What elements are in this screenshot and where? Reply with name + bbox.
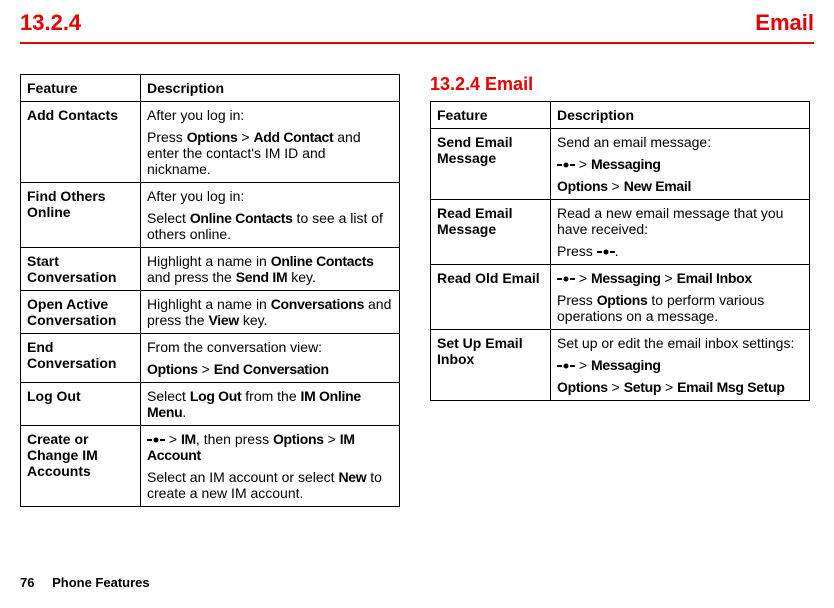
feature-cell: Read Email Message — [431, 200, 551, 265]
feature-cell: Find Others Online — [21, 183, 141, 248]
center-key-icon — [147, 435, 165, 445]
table-row: Send Email MessageSend an email message:… — [431, 129, 810, 200]
feature-cell: Set Up Email Inbox — [431, 330, 551, 401]
description-line: > Messaging > Email Inbox — [557, 270, 803, 286]
right-column: 13.2.4 Email Feature Description Send Em… — [430, 74, 810, 507]
col-header-feature: Feature — [21, 75, 141, 102]
table-row: Add Contacts After you log in: Press Optio… — [21, 102, 400, 183]
description-line: Set up or edit the email inbox settings: — [557, 335, 803, 351]
feature-cell: End Conversation — [21, 334, 141, 383]
feature-cell: Send Email Message — [431, 129, 551, 200]
center-key-icon — [557, 361, 575, 371]
description-line: Press Options to perform various operati… — [557, 292, 803, 324]
description-cell: > IM, then press Options > IM Account Sel… — [141, 426, 400, 507]
center-key-icon — [597, 247, 615, 257]
table-row: End ConversationFrom the conversation vi… — [21, 334, 400, 383]
description-cell: Select Log Out from the IM Online Menu. — [141, 383, 400, 426]
feature-cell: Create or Change IM Accounts — [21, 426, 141, 507]
description-cell: Send an email message: > Messaging Option… — [551, 129, 810, 200]
description-line: Press . — [557, 243, 803, 259]
description-line: Options > New Email — [557, 178, 803, 194]
section-title: Email — [755, 10, 814, 36]
description-line: > Messaging — [557, 357, 803, 373]
chapter-title: Phone Features — [52, 575, 150, 590]
feature-cell: Start Conversation — [21, 248, 141, 291]
description-line: After you log in: — [147, 188, 393, 204]
email-feature-table: Feature Description Send Email MessageSe… — [430, 101, 810, 401]
description-line: > IM, then press Options > IM Account — [147, 431, 393, 463]
description-line: Options > Setup > Email Msg Setup — [557, 379, 803, 395]
description-line: Highlight a name in Online Contacts and … — [147, 253, 393, 285]
description-cell: Read a new email message that you have r… — [551, 200, 810, 265]
description-line: After you log in: — [147, 107, 393, 123]
table-row: Read Old Email > Messaging > Email Inbox… — [431, 265, 810, 330]
description-cell: Set up or edit the email inbox settings:… — [551, 330, 810, 401]
table-row: Find Others Online After you log in: Selec… — [21, 183, 400, 248]
table-row: Start ConversationHighlight a name in On… — [21, 248, 400, 291]
table-row: Open Active ConversationHighlight a name… — [21, 291, 400, 334]
center-key-icon — [557, 160, 575, 170]
left-column: Feature Description Add ContactsAfter yo… — [20, 74, 400, 507]
description-cell: > Messaging > Email Inbox Press Options t… — [551, 265, 810, 330]
col-header-feature: Feature — [431, 102, 551, 129]
im-feature-table: Feature Description Add ContactsAfter yo… — [20, 74, 400, 507]
description-line: Select Online Contacts to see a list of … — [147, 210, 393, 242]
table-row: Read Email MessageRead a new email messa… — [431, 200, 810, 265]
feature-cell: Log Out — [21, 383, 141, 426]
description-line: Send an email message: — [557, 134, 803, 150]
page-number: 76 — [20, 575, 34, 590]
col-header-description: Description — [141, 75, 400, 102]
col-header-description: Description — [551, 102, 810, 129]
description-line: Highlight a name in Conversations and pr… — [147, 296, 393, 328]
description-cell: After you log in: Select Online Contacts … — [141, 183, 400, 248]
page: 13.2.4 Email Feature Description Add Con… — [0, 0, 834, 608]
content-columns: Feature Description Add ContactsAfter yo… — [20, 44, 814, 507]
description-line: Select Log Out from the IM Online Menu. — [147, 388, 393, 420]
page-header: 13.2.4 Email — [20, 0, 814, 44]
feature-cell: Add Contacts — [21, 102, 141, 183]
description-line: Options > End Conversation — [147, 361, 393, 377]
table-row: Create or Change IM Accounts > IM, then … — [21, 426, 400, 507]
feature-cell: Read Old Email — [431, 265, 551, 330]
section-heading-email: 13.2.4 Email — [430, 74, 810, 95]
description-line: Read a new email message that you have r… — [557, 205, 803, 237]
description-line: Press Options > Add Contact and enter th… — [147, 129, 393, 177]
description-cell: After you log in: Press Options > Add Con… — [141, 102, 400, 183]
description-line: Select an IM account or select New to cr… — [147, 469, 393, 501]
description-cell: From the conversation view: Options > End… — [141, 334, 400, 383]
table-row: Log OutSelect Log Out from the IM Online… — [21, 383, 400, 426]
center-key-icon — [557, 274, 575, 284]
description-cell: Highlight a name in Online Contacts and … — [141, 248, 400, 291]
description-line: From the conversation view: — [147, 339, 393, 355]
page-footer: 76 Phone Features — [20, 575, 150, 590]
description-cell: Highlight a name in Conversations and pr… — [141, 291, 400, 334]
description-line: > Messaging — [557, 156, 803, 172]
section-number: 13.2.4 — [20, 10, 81, 36]
table-row: Set Up Email InboxSet up or edit the ema… — [431, 330, 810, 401]
feature-cell: Open Active Conversation — [21, 291, 141, 334]
